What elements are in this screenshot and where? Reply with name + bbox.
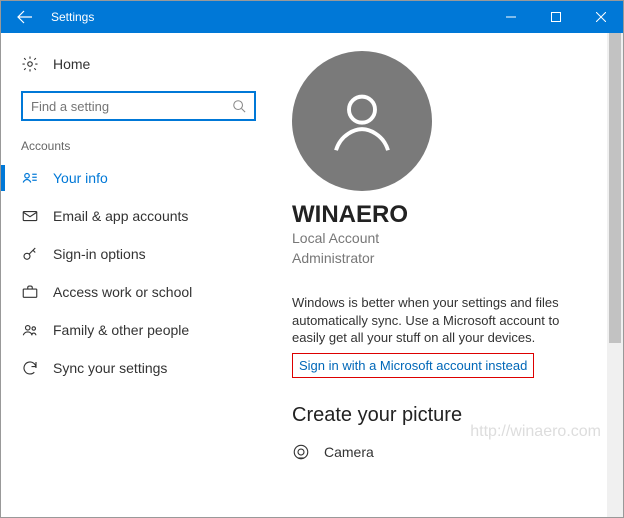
sidebar-item-label: Your info	[53, 170, 108, 186]
username: WINAERO	[292, 201, 593, 229]
sync-icon	[21, 359, 39, 377]
content-pane: WINAERO Local Account Administrator Wind…	[276, 33, 623, 517]
user-icon	[323, 82, 401, 160]
back-button[interactable]	[1, 1, 49, 33]
account-type: Local Account	[292, 229, 593, 249]
sidebar-item-your-info[interactable]: Your info	[1, 159, 276, 197]
home-label: Home	[53, 56, 90, 72]
minimize-icon	[506, 12, 516, 22]
key-icon	[21, 245, 39, 263]
sidebar-item-label: Access work or school	[53, 284, 192, 300]
account-role: Administrator	[292, 249, 593, 269]
camera-icon	[292, 443, 310, 461]
search-icon	[232, 99, 246, 113]
sidebar-item-family[interactable]: Family & other people	[1, 311, 276, 349]
signin-microsoft-link[interactable]: Sign in with a Microsoft account instead	[292, 353, 534, 378]
close-icon	[596, 12, 606, 22]
mail-icon	[21, 207, 39, 225]
titlebar: Settings	[1, 1, 623, 33]
sidebar-item-access-work[interactable]: Access work or school	[1, 273, 276, 311]
sync-description: Windows is better when your settings and…	[292, 294, 582, 347]
home-link[interactable]: Home	[1, 49, 276, 79]
section-header: Accounts	[1, 133, 276, 159]
camera-button[interactable]: Camera	[292, 443, 593, 461]
sidebar: Home Accounts Your info Email & app acco…	[1, 33, 276, 517]
gear-icon	[21, 55, 39, 73]
vertical-scrollbar[interactable]	[607, 33, 623, 517]
sidebar-item-signin-options[interactable]: Sign-in options	[1, 235, 276, 273]
avatar	[292, 51, 432, 191]
sidebar-item-label: Family & other people	[53, 322, 189, 338]
scroll-thumb[interactable]	[609, 33, 621, 343]
sidebar-item-label: Email & app accounts	[53, 208, 188, 224]
sidebar-item-label: Sync your settings	[53, 360, 167, 376]
arrow-left-icon	[17, 9, 33, 25]
minimize-button[interactable]	[488, 1, 533, 33]
people-icon	[21, 321, 39, 339]
window-title: Settings	[49, 10, 94, 24]
sidebar-item-label: Sign-in options	[53, 246, 146, 262]
maximize-button[interactable]	[533, 1, 578, 33]
search-input[interactable]	[31, 99, 232, 114]
briefcase-icon	[21, 283, 39, 301]
close-button[interactable]	[578, 1, 623, 33]
sidebar-item-sync[interactable]: Sync your settings	[1, 349, 276, 387]
camera-label: Camera	[324, 444, 374, 460]
sidebar-item-email-accounts[interactable]: Email & app accounts	[1, 197, 276, 235]
picture-heading: Create your picture	[292, 404, 593, 427]
maximize-icon	[551, 12, 561, 22]
person-card-icon	[21, 169, 39, 187]
search-box[interactable]	[21, 91, 256, 121]
